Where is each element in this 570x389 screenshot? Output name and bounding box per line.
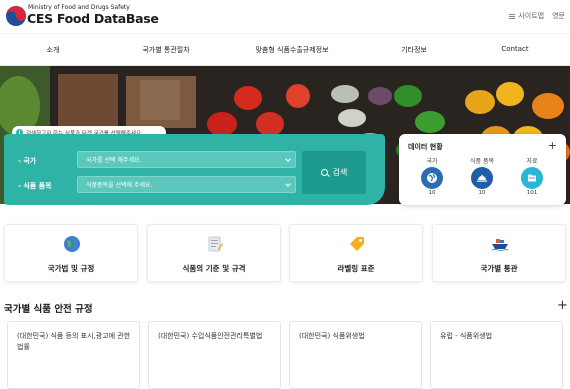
globe-icon [64,236,80,252]
card-national-law[interactable]: 국가법 및 규정 [4,224,138,282]
sitemap-link[interactable]: 사이트맵 [509,11,544,21]
country-select-placeholder: 국가를 선택 해주세요. [86,157,142,164]
stat-food-item-label: 식품 품목 [470,158,494,165]
chevron-down-icon [285,181,291,187]
chevron-down-icon [285,156,291,162]
regulation-item[interactable]: (대한민국) 식품위생법 [289,321,422,389]
regulation-item[interactable]: (대한민국) 수입식품안전관리특별법 [148,321,281,389]
menu-icon [509,13,516,19]
main-nav: 소개 국가별 통관절차 맞춤형 식품수출규제정보 기타정보 Contact [0,33,570,66]
globe-icon [421,167,443,189]
brand-subtitle: Ministry of Food and Drugs Safety [28,4,130,11]
nav-item-export-regulations[interactable]: 맞춤형 식품수출규제정보 [255,45,328,55]
search-button[interactable]: 검색 [302,151,366,194]
document-pen-icon [208,236,223,252]
stat-documents-value: 101 [526,190,538,196]
cargo-ship-icon [491,239,509,251]
stat-food-item-value: 10 [478,190,486,196]
folder-icon [521,167,543,189]
nav-item-other-info[interactable]: 기타정보 [401,45,427,55]
brand-title[interactable]: CES Food DataBase [27,11,159,26]
card-food-standards-label: 식품의 기준 및 규격 [182,264,246,273]
card-labeling-standard-label: 라벨링 표준 [337,264,375,273]
label-tag-icon [350,237,364,251]
stat-country-label: 국가 [426,158,438,165]
card-national-law-label: 국가법 및 규정 [47,264,95,273]
card-customs-by-country-label: 국가별 통관 [480,264,518,273]
card-food-standards[interactable]: 식품의 기준 및 규격 [147,224,281,282]
search-button-label: 검색 [332,168,348,177]
country-label: - 국가 [18,157,37,165]
regulation-item[interactable]: (대한민국) 식품 등의 표시,광고에 관한 법률 [7,321,140,389]
search-icon [320,169,328,176]
stat-country[interactable]: 국가 10 [412,156,452,196]
category-cards: 국가법 및 규정 식품의 기준 및 규격 라벨링 표준 국가별 통관 [0,224,570,282]
regulations-section-title: 국가별 식품 안전 규정 [4,304,93,315]
regulation-item-text: (대한민국) 수입식품안전관리특별법 [158,332,263,340]
utility-links: 사이트맵 영문 [509,11,565,21]
food-item-label: - 식품 품목 [18,182,52,190]
sitemap-label: 사이트맵 [518,12,545,20]
regulations-more-plus-icon[interactable]: + [557,298,568,313]
regulation-item-text: (대한민국) 식품위생법 [299,332,365,340]
stat-documents[interactable]: 자료 101 [512,156,552,196]
food-item-select[interactable]: 식품품목을 선택해 주세요. [77,176,296,193]
data-status-panel: 데이터 현황 + 국가 10 식품 품목 10 자료 101 [399,134,566,205]
language-link[interactable]: 영문 [552,11,565,21]
data-status-title: 데이터 현황 [408,143,443,151]
mfds-logo-icon[interactable] [5,5,27,27]
nav-item-contact[interactable]: Contact [501,45,528,53]
stat-food-item[interactable]: 식품 품목 10 [462,156,502,196]
card-customs-by-country[interactable]: 국가별 통관 [432,224,566,282]
regulation-item-text: 유럽 - 식품위생법 [440,332,493,340]
nav-item-about[interactable]: 소개 [47,45,60,55]
regulation-item-text: (대한민국) 식품 등의 표시,광고에 관한 법률 [17,332,131,351]
cloche-icon [471,167,493,189]
country-select[interactable]: 국가를 선택 해주세요. [77,151,296,168]
stat-documents-label: 자료 [526,158,538,165]
regulation-item[interactable]: 유럽 - 식품위생법 [430,321,563,389]
food-item-select-placeholder: 식품품목을 선택해 주세요. [86,182,153,189]
search-panel: - 국가 국가를 선택 해주세요. - 식품 품목 식품품목을 선택해 주세요.… [4,134,385,205]
nav-item-customs[interactable]: 국가별 통관절차 [142,45,189,55]
top-bar: Ministry of Food and Drugs Safety CES Fo… [0,0,570,33]
stat-country-value: 10 [428,190,436,196]
status-more-plus-icon[interactable]: + [548,140,557,151]
card-labeling-standard[interactable]: 라벨링 표준 [289,224,423,282]
